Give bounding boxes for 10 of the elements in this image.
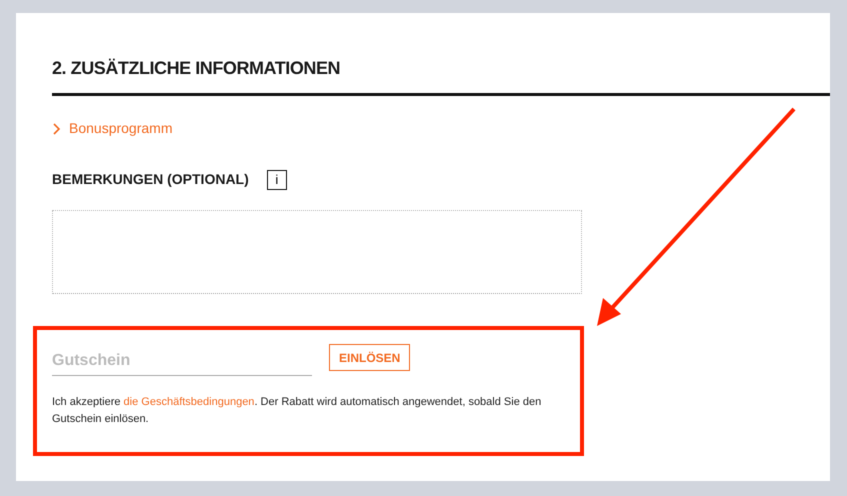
chevron-icon	[52, 122, 61, 134]
info-icon[interactable]: i	[266, 170, 287, 190]
voucher-input[interactable]: Gutschein	[52, 346, 312, 376]
remarks-label: BEMERKUNGEN (OPTIONAL)	[52, 170, 249, 189]
remarks-textarea[interactable]	[52, 210, 582, 294]
terms-link[interactable]: die Geschäftsbedingungen	[124, 396, 254, 408]
redeem-button[interactable]: EINLÖSEN	[329, 344, 410, 371]
terms-text: Ich akzeptiere die Geschäftsbedingungen. Der Rabatt wird automatisch angewendet, sobald Sie den Gutschein einlösen.	[52, 395, 542, 427]
section-title: 2. ZUSÄTZLICHE INFORMATIONEN	[52, 57, 342, 80]
bonus-program-link[interactable]: Bonusprogramm	[52, 118, 172, 139]
